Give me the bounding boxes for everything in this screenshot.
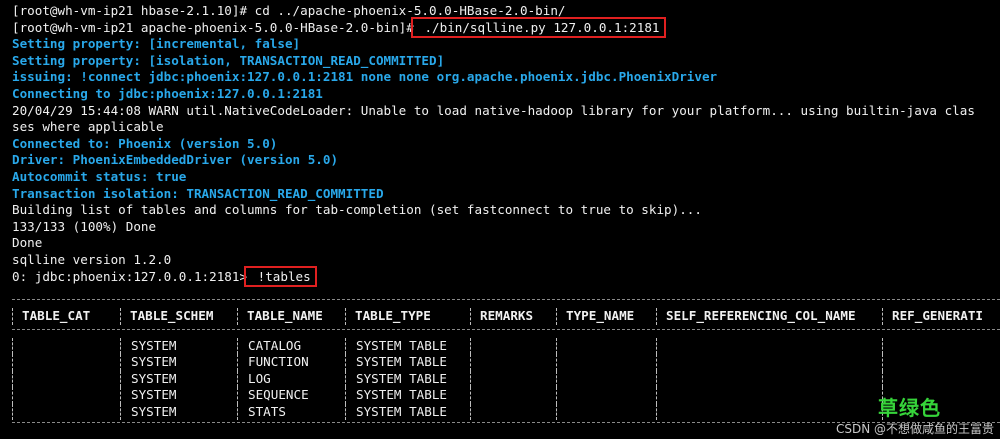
terminal-line-text: Connected to: Phoenix (version 5.0) [12, 135, 278, 151]
table-cell: SYSTEM [120, 403, 237, 420]
terminal-line-text: Connecting to jdbc:phoenix:127.0.0.1:218… [12, 85, 323, 101]
column-header: TYPE_NAME [556, 308, 656, 325]
table-cell [656, 337, 882, 354]
terminal-line: Connecting to jdbc:phoenix:127.0.0.1:218… [12, 86, 1000, 103]
terminal-output: [root@wh-vm-ip21 hbase-2.1.10]# cd ../ap… [12, 3, 1000, 287]
table-row: SYSTEM SEQUENCE SYSTEM TABLE [12, 387, 1000, 404]
table-cell [656, 354, 882, 371]
table-cell [882, 337, 1000, 354]
terminal-line: Driver: PhoenixEmbeddedDriver (version 5… [12, 152, 1000, 169]
terminal-line: sqlline version 1.2.0 [12, 252, 1000, 269]
table-cell: SYSTEM [120, 337, 237, 354]
table-cell: SYSTEM TABLE [345, 387, 470, 404]
column-header: TABLE_CAT [12, 308, 120, 325]
table-cell [12, 403, 120, 420]
table-row: SYSTEM LOG SYSTEM TABLE [12, 370, 1000, 387]
terminal-line: 0: jdbc:phoenix:127.0.0.1:2181> !tables [12, 265, 1000, 287]
tables-result-grid: TABLE_CAT TABLE_SCHEM TABLE_NAME TABLE_TYPE… [12, 296, 1000, 431]
column-header: REF_GENERATI [882, 308, 1000, 325]
table-cell [470, 387, 556, 404]
terminal-line-text: ses where applicable [12, 119, 164, 135]
highlighted-command: ./bin/sqlline.py 127.0.0.1:2181 [410, 16, 666, 38]
table-row: SYSTEM STATS SYSTEM TABLE [12, 403, 1000, 420]
terminal-line: 133/133 (100%) Done [12, 219, 1000, 236]
column-header: TABLE_NAME [237, 308, 345, 325]
table-cell [556, 337, 656, 354]
table-header-row: TABLE_CAT TABLE_SCHEM TABLE_NAME TABLE_TYPE… [12, 308, 1000, 325]
terminal-line-text: sqlline version 1.2.0 [12, 251, 172, 267]
terminal-line-text: Transaction isolation: TRANSACTION_READ_… [12, 185, 384, 201]
overlay-stamp-text: 草绿色 [878, 396, 941, 420]
table-border-mid [12, 328, 1000, 338]
column-header: TABLE_SCHEM [120, 308, 237, 325]
table-cell: CATALOG [237, 337, 345, 354]
terminal-line: Building list of tables and columns for … [12, 202, 1000, 219]
terminal-line-text: Setting property: [isolation, TRANSACTIO… [12, 52, 445, 68]
terminal-line: Setting property: [isolation, TRANSACTIO… [12, 53, 1000, 70]
terminal-line-text: Autocommit status: true [12, 168, 187, 184]
table-cell: SEQUENCE [237, 387, 345, 404]
table-cell: SYSTEM TABLE [345, 370, 470, 387]
shell-prompt: 0: jdbc:phoenix:127.0.0.1:2181> [12, 268, 248, 284]
table-cell: SYSTEM TABLE [345, 354, 470, 371]
column-header: TABLE_TYPE [345, 308, 470, 325]
table-cell: FUNCTION [237, 354, 345, 371]
terminal-line-text: Done [12, 235, 43, 251]
terminal-line: Transaction isolation: TRANSACTION_READ_… [12, 186, 1000, 203]
table-cell [656, 370, 882, 387]
column-header: REMARKS [470, 308, 556, 325]
table-cell [470, 403, 556, 420]
terminal-line: [root@wh-vm-ip21 hbase-2.1.10]# cd ../ap… [12, 3, 1000, 20]
table-cell [556, 387, 656, 404]
table-row: SYSTEM FUNCTION SYSTEM TABLE [12, 354, 1000, 371]
table-cell [12, 370, 120, 387]
table-cell: SYSTEM [120, 387, 237, 404]
table-cell: SYSTEM [120, 370, 237, 387]
table-cell [470, 354, 556, 371]
table-row: SYSTEM CATALOG SYSTEM TABLE [12, 337, 1000, 354]
table-cell [656, 387, 882, 404]
table-cell [470, 337, 556, 354]
terminal-line: 20/04/29 15:44:08 WARN util.NativeCodeLo… [12, 103, 1000, 120]
table-cell [12, 354, 120, 371]
terminal-line-text: 133/133 (100%) Done [12, 218, 157, 234]
table-cell [556, 370, 656, 387]
table-cell [12, 387, 120, 404]
terminal-line: Connected to: Phoenix (version 5.0) [12, 136, 1000, 153]
shell-prompt: [root@wh-vm-ip21 apache-phoenix-5.0.0-HB… [12, 19, 414, 35]
table-border-top [12, 299, 1000, 308]
table-cell [12, 337, 120, 354]
table-cell: SYSTEM [120, 354, 237, 371]
terminal-line: issuing: !connect jdbc:phoenix:127.0.0.1… [12, 69, 1000, 86]
table-cell [882, 370, 1000, 387]
terminal-line-text: [root@wh-vm-ip21 hbase-2.1.10]# cd ../ap… [12, 3, 566, 18]
table-cell: SYSTEM TABLE [345, 337, 470, 354]
table-cell [556, 403, 656, 420]
terminal-line-text: 20/04/29 15:44:08 WARN util.NativeCodeLo… [12, 102, 975, 118]
highlighted-command: !tables [244, 265, 317, 287]
terminal-line-text: Driver: PhoenixEmbeddedDriver (version 5… [12, 152, 339, 168]
table-cell: STATS [237, 403, 345, 420]
table-cell: LOG [237, 370, 345, 387]
terminal-line-text: issuing: !connect jdbc:phoenix:127.0.0.1… [12, 69, 718, 85]
table-cell [656, 403, 882, 420]
terminal-line: Setting property: [incremental, false] [12, 36, 1000, 53]
terminal-line-text: Setting property: [incremental, false] [12, 36, 301, 52]
terminal-line-text: Building list of tables and columns for … [12, 202, 702, 218]
terminal-line: Done [12, 235, 1000, 252]
table-cell [556, 354, 656, 371]
table-cell [882, 354, 1000, 371]
terminal-line: [root@wh-vm-ip21 apache-phoenix-5.0.0-HB… [12, 16, 1000, 38]
table-cell: SYSTEM TABLE [345, 403, 470, 420]
terminal-line: Autocommit status: true [12, 169, 1000, 186]
column-header: SELF_REFERENCING_COL_NAME [656, 308, 882, 325]
terminal-line: ses where applicable [12, 119, 1000, 136]
table-cell [470, 370, 556, 387]
csdn-watermark: CSDN @不想做咸鱼的王富贵 [835, 422, 994, 436]
